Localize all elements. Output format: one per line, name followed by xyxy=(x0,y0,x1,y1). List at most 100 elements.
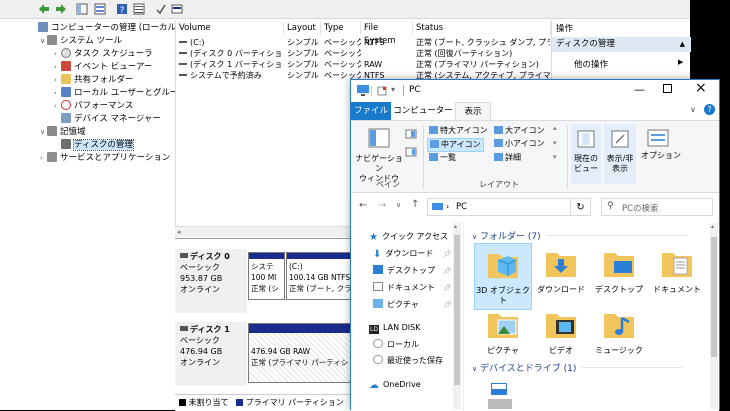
folder-music[interactable]: ミュージック xyxy=(590,308,648,356)
layout-scroll-up-icon[interactable]: ▴ xyxy=(553,124,557,132)
recent-locations-icon[interactable]: ∨ xyxy=(396,201,401,209)
address-bar[interactable]: › PC ∨ xyxy=(427,198,591,216)
layout-medium-icons[interactable]: 中アイコン xyxy=(427,138,484,152)
nav-item-recent-saved[interactable]: 最近使った保存 xyxy=(373,354,443,368)
details-view-icon[interactable] xyxy=(133,3,145,15)
search-input[interactable]: PCの検索 xyxy=(622,202,659,214)
preview-pane-icon[interactable] xyxy=(405,129,417,139)
pin-icon[interactable]: 📌︎ xyxy=(443,247,452,261)
show-hide-button[interactable]: 表示/非 表示 xyxy=(604,124,636,184)
scroll-left-arrow-icon[interactable]: ◂ xyxy=(177,228,181,236)
tree-item-shared-folders[interactable]: › 共有フォルダー xyxy=(54,74,134,87)
nav-item-quick-access[interactable]: ★ クイック アクセス xyxy=(369,230,448,244)
details-pane-icon[interactable] xyxy=(405,147,417,157)
scroll-thumb[interactable] xyxy=(454,235,460,385)
disk-0-label[interactable]: ディスク 0 ベーシック 953.87 GB オンライン xyxy=(175,249,247,313)
folder-documents[interactable]: ドキュメント xyxy=(648,247,706,295)
folder-3d-objects[interactable]: 3D オブジェクト xyxy=(474,243,532,310)
actions-section[interactable]: ディスクの管理 ▲ xyxy=(552,37,691,52)
layout-large-icons[interactable]: 大アイコン xyxy=(494,126,545,136)
expand-arrow-icon[interactable]: › xyxy=(54,100,61,113)
search-box[interactable]: ⚲ PCの検索 xyxy=(601,198,713,216)
expand-arrow-icon[interactable]: › xyxy=(54,87,61,100)
tree-item-task-scheduler[interactable]: › タスク スケジューラ xyxy=(54,48,153,61)
tab-view[interactable]: 表示 xyxy=(455,102,491,120)
scroll-up-icon[interactable]: ▴ xyxy=(711,223,714,230)
nav-item-desktop[interactable]: デスクトップ 📌︎ xyxy=(373,264,452,278)
tree-item-computer-management[interactable]: コンピューターの管理 (ローカル) xyxy=(38,22,179,35)
folder-videos[interactable]: ビデオ xyxy=(532,308,590,356)
collapse-arrow-icon[interactable]: ∨ xyxy=(40,35,47,48)
content-scrollbar[interactable]: ▴ xyxy=(710,223,718,409)
current-view-button[interactable]: 現在の ビュー xyxy=(571,124,601,184)
close-button[interactable]: × xyxy=(695,80,707,96)
column-header[interactable]: Volume xyxy=(176,22,284,35)
column-header[interactable]: File System xyxy=(361,22,413,46)
collapse-arrow-icon[interactable]: ∨ xyxy=(40,126,47,139)
nav-scrollbar[interactable]: ▴ xyxy=(453,223,461,409)
tree-item-device-manager[interactable]: デバイス マネージャー xyxy=(61,113,161,126)
layout-list[interactable]: 一覧 xyxy=(429,153,456,163)
partition-system[interactable]: システ 100 MI 正常 (シ xyxy=(248,252,285,300)
scroll-up-icon[interactable]: ▴ xyxy=(454,223,457,230)
nav-item-pictures[interactable]: ピクチャ 📌︎ xyxy=(373,298,452,312)
folder-desktop[interactable]: デスクトップ xyxy=(590,247,648,295)
tree-item-performance[interactable]: › パフォーマンス xyxy=(54,100,133,113)
qat-properties-icon[interactable] xyxy=(377,86,387,96)
column-header[interactable]: Layout xyxy=(284,22,321,35)
qat-dropdown-icon[interactable]: ▾ xyxy=(391,85,395,94)
disk-view-icon[interactable] xyxy=(171,3,183,15)
tree-item-local-users[interactable]: › ローカル ユーザーとグループ xyxy=(54,87,187,100)
tab-file[interactable]: ファイル xyxy=(351,102,391,120)
console-tree-icon[interactable] xyxy=(76,3,88,15)
layout-small-icons[interactable]: 小アイコン xyxy=(494,139,545,149)
navigation-pane-icon[interactable] xyxy=(368,128,390,148)
tree-item-storage[interactable]: ∨ 記憶域 xyxy=(40,126,86,139)
pin-icon[interactable]: 📌︎ xyxy=(443,264,452,278)
nav-item-downloads[interactable]: ⬇ ダウンロード 📌︎ xyxy=(373,247,452,261)
disk-1-label[interactable]: ディスク 1 ベーシック 476.94 GB オンライン xyxy=(175,322,247,386)
collapse-arrow-icon[interactable]: ∨ xyxy=(472,233,477,241)
drives-group-header[interactable]: ∨ デバイスとドライブ (1) xyxy=(472,361,683,374)
maximize-button[interactable] xyxy=(663,84,672,93)
options-button[interactable]: オプション xyxy=(641,151,681,161)
expand-arrow-icon[interactable]: › xyxy=(54,61,61,74)
pin-icon[interactable]: 📌︎ xyxy=(443,298,452,312)
expand-arrow-icon[interactable]: › xyxy=(40,152,47,165)
tree-item-event-viewer[interactable]: › イベント ビューアー xyxy=(54,61,152,74)
breadcrumb-pc[interactable]: PC xyxy=(456,202,467,212)
tab-computer[interactable]: コンピューター xyxy=(391,102,455,120)
refresh-button[interactable]: ↻ xyxy=(570,198,591,216)
collapse-arrow-icon[interactable]: ∨ xyxy=(472,365,477,373)
breadcrumb-separator-icon[interactable]: › xyxy=(446,202,449,211)
submenu-arrow-icon[interactable]: ▶ xyxy=(678,58,683,66)
pin-icon[interactable]: 📌︎ xyxy=(443,281,452,295)
tree-item-disk-management[interactable]: ディスクの管理 xyxy=(61,139,134,152)
options-icon[interactable] xyxy=(647,129,669,147)
forward-arrow-icon[interactable] xyxy=(55,3,67,15)
table-row[interactable]: (ディスク 0 パーティション 3) シンプル ベーシック 正常 (回復パーティ… xyxy=(176,48,551,59)
folder-downloads[interactable]: ダウンロード xyxy=(532,247,590,295)
column-header[interactable]: Type xyxy=(321,22,361,35)
layout-scroll-down-icon[interactable]: ▾ xyxy=(553,139,557,147)
drive-icon[interactable] xyxy=(486,381,514,411)
layout-more-icon[interactable]: ▾ xyxy=(553,153,557,161)
collapse-triangle-icon[interactable]: ▲ xyxy=(680,37,685,52)
expand-arrow-icon[interactable]: › xyxy=(54,74,61,87)
folders-group-header[interactable]: ∨ フォルダー (7) xyxy=(472,229,687,242)
forward-arrow-icon[interactable]: → xyxy=(378,200,386,211)
help-icon[interactable]: ? xyxy=(116,3,128,15)
minimize-button[interactable]: — xyxy=(634,83,645,96)
table-row[interactable]: (ディスク 1 パーティション 1) シンプル ベーシック RAW 正常 (プラ… xyxy=(176,59,551,70)
folder-pictures[interactable]: ピクチャ xyxy=(474,308,532,356)
expand-arrow-icon[interactable]: › xyxy=(54,48,61,61)
other-actions-item[interactable]: 他の操作 xyxy=(574,58,608,70)
help-icon[interactable]: ? xyxy=(704,104,715,115)
up-arrow-icon[interactable]: ↑ xyxy=(411,199,419,210)
nav-item-lan-disk[interactable]: LD LAN DISK xyxy=(369,321,420,335)
back-arrow-icon[interactable]: ← xyxy=(359,200,367,211)
nav-item-local[interactable]: ローカル xyxy=(373,338,419,352)
layout-extra-large-icons[interactable]: 特大アイコン xyxy=(429,126,488,136)
nav-item-documents[interactable]: ドキュメント 📌︎ xyxy=(373,281,452,295)
nav-item-onedrive[interactable]: ☁ OneDrive xyxy=(369,378,421,392)
